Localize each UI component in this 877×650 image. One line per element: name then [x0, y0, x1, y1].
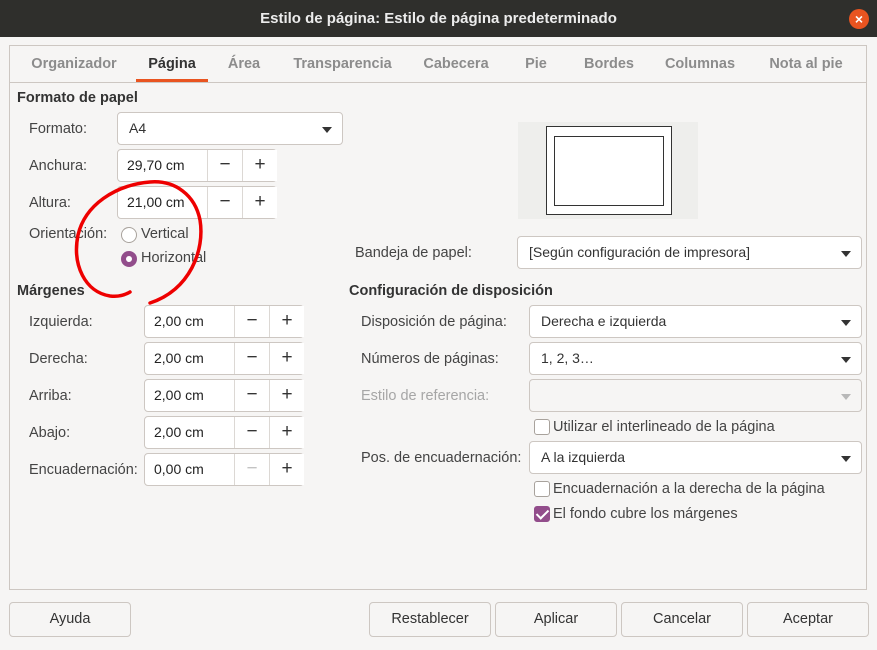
help-button[interactable]: Ayuda [9, 602, 131, 637]
paper-tray-select[interactable]: [Según configuración de impresora] [517, 236, 862, 269]
layout-settings-title: Configuración de disposición [349, 283, 553, 299]
gutter-position-label: Pos. de encuadernación: [361, 450, 522, 466]
width-value: 29,70 cm [127, 157, 185, 173]
gutter-label: Encuadernación: [29, 462, 138, 478]
orientation-horizontal-label[interactable]: Horizontal [141, 250, 206, 266]
minus-icon[interactable]: − [207, 150, 242, 181]
tab-area[interactable]: Área [218, 46, 270, 82]
margin-right-label: Derecha: [29, 351, 88, 367]
reference-style-label: Estilo de referencia: [361, 388, 490, 404]
tab-pagina[interactable]: Página [136, 46, 208, 82]
chevron-down-icon [841, 251, 851, 257]
gutter-stepper[interactable]: 0,00 cm − + [144, 453, 304, 486]
gutter-right-checkbox[interactable] [534, 481, 550, 497]
minus-icon[interactable]: − [207, 187, 242, 218]
chevron-down-icon [841, 394, 851, 400]
use-page-spacing-label[interactable]: Utilizar el interlineado de la página [553, 419, 775, 435]
minus-icon[interactable]: − [234, 380, 269, 411]
gutter-position-select[interactable]: A la izquierda [529, 441, 862, 474]
cancel-button[interactable]: Cancelar [621, 602, 743, 637]
height-label: Altura: [29, 195, 71, 211]
margin-bottom-stepper[interactable]: 2,00 cm − + [144, 416, 304, 449]
use-page-spacing-checkbox[interactable] [534, 419, 550, 435]
margin-right-stepper[interactable]: 2,00 cm − + [144, 342, 304, 375]
ok-button[interactable]: Aceptar [747, 602, 869, 637]
chevron-down-icon [841, 320, 851, 326]
orientation-vertical-label[interactable]: Vertical [141, 226, 189, 242]
page-layout-label: Disposición de página: [361, 314, 507, 330]
height-stepper[interactable]: 21,00 cm − + [117, 186, 277, 219]
margins-title: Márgenes [17, 283, 85, 299]
close-icon[interactable]: × [849, 9, 869, 29]
window-title: Estilo de página: Estilo de página prede… [260, 10, 617, 27]
page-numbers-value: 1, 2, 3… [541, 350, 594, 366]
background-covers-margins-checkbox[interactable] [534, 506, 550, 522]
paper-tray-label: Bandeja de papel: [355, 245, 472, 261]
page-numbers-select[interactable]: 1, 2, 3… [529, 342, 862, 375]
tab-columnas[interactable]: Columnas [656, 46, 744, 82]
tab-organizador[interactable]: Organizador [18, 46, 130, 82]
plus-icon[interactable]: + [242, 150, 277, 181]
tab-bar: Organizador Página Área Transparencia Ca… [10, 46, 866, 83]
apply-button[interactable]: Aplicar [495, 602, 617, 637]
minus-icon[interactable]: − [234, 417, 269, 448]
plus-icon[interactable]: + [269, 306, 304, 337]
orientation-vertical-radio[interactable] [121, 227, 137, 243]
plus-icon[interactable]: + [269, 343, 304, 374]
page-numbers-label: Números de páginas: [361, 351, 499, 367]
gutter-right-label[interactable]: Encuadernación a la derecha de la página [553, 481, 825, 497]
reference-style-select [529, 379, 862, 412]
plus-icon[interactable]: + [269, 417, 304, 448]
tab-bordes[interactable]: Bordes [573, 46, 645, 82]
margin-bottom-label: Abajo: [29, 425, 71, 441]
page-preview-margins [554, 136, 664, 206]
margin-top-stepper[interactable]: 2,00 cm − + [144, 379, 304, 412]
plus-icon[interactable]: + [242, 187, 277, 218]
reset-button[interactable]: Restablecer [369, 602, 491, 637]
format-label: Formato: [29, 121, 88, 137]
window-titlebar: Estilo de página: Estilo de página prede… [0, 0, 877, 37]
minus-icon[interactable]: − [234, 343, 269, 374]
plus-icon[interactable]: + [269, 454, 304, 485]
chevron-down-icon [841, 357, 851, 363]
margin-left-stepper[interactable]: 2,00 cm − + [144, 305, 304, 338]
gutter-value: 0,00 cm [154, 461, 204, 477]
margin-top-value: 2,00 cm [154, 387, 204, 403]
margin-left-value: 2,00 cm [154, 313, 204, 329]
tab-nota-al-pie[interactable]: Nota al pie [756, 46, 856, 82]
margin-left-label: Izquierda: [29, 314, 93, 330]
minus-icon: − [234, 454, 269, 485]
margin-right-value: 2,00 cm [154, 350, 204, 366]
margin-top-label: Arriba: [29, 388, 72, 404]
margin-bottom-value: 2,00 cm [154, 424, 204, 440]
width-label: Anchura: [29, 158, 88, 174]
paper-format-title: Formato de papel [17, 90, 138, 106]
paper-tray-value: [Según configuración de impresora] [529, 244, 751, 260]
width-stepper[interactable]: 29,70 cm − + [117, 149, 277, 182]
orientation-label: Orientación: [29, 226, 108, 242]
page-layout-select[interactable]: Derecha e izquierda [529, 305, 862, 338]
chevron-down-icon [322, 127, 332, 133]
height-value: 21,00 cm [127, 194, 185, 210]
tab-cabecera[interactable]: Cabecera [413, 46, 499, 82]
plus-icon[interactable]: + [269, 380, 304, 411]
background-covers-margins-label[interactable]: El fondo cubre los márgenes [553, 506, 738, 522]
format-value: A4 [129, 120, 147, 136]
tab-transparencia[interactable]: Transparencia [285, 46, 400, 82]
orientation-horizontal-radio[interactable] [121, 251, 137, 267]
tab-pie[interactable]: Pie [512, 46, 560, 82]
page-layout-value: Derecha e izquierda [541, 313, 667, 329]
minus-icon[interactable]: − [234, 306, 269, 337]
chevron-down-icon [841, 456, 851, 462]
gutter-position-value: A la izquierda [541, 449, 626, 465]
format-select[interactable]: A4 [117, 112, 343, 145]
